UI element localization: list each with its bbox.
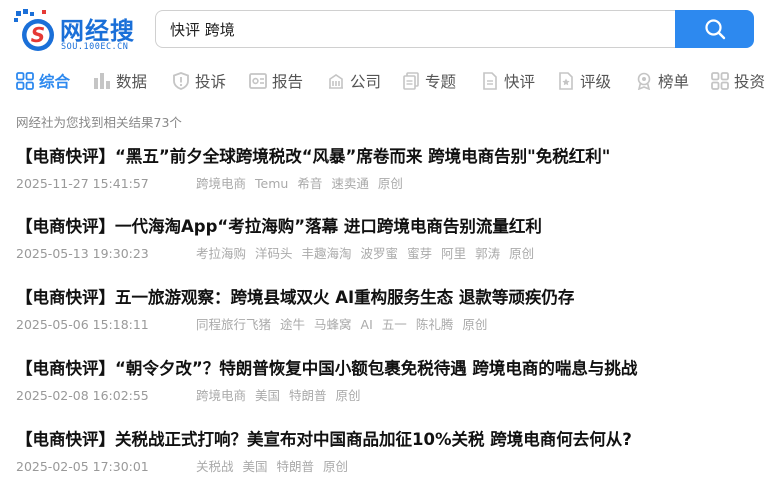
result-date: 2025-02-08 16:02:55 <box>16 388 149 403</box>
category-nav: 综合 数据 投诉 报告 公司 专题 快评 评级 榜单 投资 <box>0 66 775 96</box>
result-tag[interactable]: 美国 <box>255 387 280 405</box>
tab-label: 榜单 <box>658 73 690 91</box>
tab-label: 综合 <box>39 73 71 91</box>
result-tag[interactable]: 原创 <box>323 458 348 476</box>
result-item: 【电商快评】五一旅游观察：跨境县域双火 AI重构服务生态 退款等顽疾仍存 202… <box>16 287 766 334</box>
header: S 网经搜 SOU.100EC.CN <box>0 0 775 60</box>
result-tag[interactable]: 特朗普 <box>289 387 327 405</box>
search-button[interactable] <box>675 10 754 48</box>
result-meta: 2025-05-06 15:18:11 同程旅行飞猪 途牛 马蜂窝 AI 五一 陈礼腾 原创 <box>16 316 766 334</box>
tab-label: 报告 <box>272 73 304 91</box>
result-date: 2025-02-05 17:30:01 <box>16 459 149 474</box>
grid-icon <box>711 72 729 90</box>
result-item: 【电商快评】“朝令夕改”？特朗普恢复中国小额包裹免税待遇 跨境电商的喘息与挑战 … <box>16 358 766 405</box>
result-meta: 2025-02-05 17:30:01 关税战 美国 特朗普 原创 <box>16 458 766 476</box>
result-title-link[interactable]: 【电商快评】一代海淘App“考拉海购”落幕 进口跨境电商告别流量红利 <box>16 216 766 238</box>
site-logo[interactable]: S 网经搜 SOU.100EC.CN <box>14 9 144 53</box>
result-tag[interactable]: 美国 <box>243 458 268 476</box>
result-count: 网经社为您找到相关结果73个 <box>16 115 182 130</box>
result-tag[interactable]: 洋码头 <box>255 245 293 263</box>
result-date: 2025-05-06 15:18:11 <box>16 317 149 332</box>
report-icon <box>249 73 267 89</box>
result-tag[interactable]: 同程旅行飞猪 <box>196 316 271 334</box>
bar-chart-icon <box>94 73 110 89</box>
rating-icon <box>559 72 573 90</box>
result-tag[interactable]: 蜜芽 <box>407 245 432 263</box>
result-tag[interactable]: 跨境电商 <box>196 175 246 193</box>
documents-icon <box>403 72 419 90</box>
tab-label: 投诉 <box>195 73 227 91</box>
tab-investment[interactable]: 投资 <box>711 66 765 96</box>
result-date: 2025-11-27 15:41:57 <box>16 176 149 191</box>
tab-companies[interactable]: 公司 <box>327 66 381 96</box>
logo-text-en: SOU.100EC.CN <box>61 42 129 52</box>
tab-reports[interactable]: 报告 <box>249 66 303 96</box>
document-icon <box>483 72 497 90</box>
result-tag[interactable]: Temu <box>255 175 288 193</box>
search-icon <box>704 19 725 40</box>
tab-rankings[interactable]: 榜单 <box>635 66 689 96</box>
award-icon <box>637 72 651 90</box>
tab-label: 评级 <box>580 73 612 91</box>
result-tag[interactable]: 丰趣海淘 <box>302 245 352 263</box>
result-tag[interactable]: 考拉海购 <box>196 245 246 263</box>
tab-comprehensive[interactable]: 综合 <box>16 66 70 96</box>
result-tag[interactable]: 郭涛 <box>475 245 500 263</box>
tab-quick-review[interactable]: 快评 <box>481 66 535 96</box>
result-title-link[interactable]: 【电商快评】五一旅游观察：跨境县域双火 AI重构服务生态 退款等顽疾仍存 <box>16 287 766 309</box>
tab-label: 数据 <box>116 73 148 91</box>
search-input[interactable] <box>170 11 660 47</box>
result-title-link[interactable]: 【电商快评】“朝令夕改”？特朗普恢复中国小额包裹免税待遇 跨境电商的喘息与挑战 <box>16 358 766 380</box>
result-date: 2025-05-13 19:30:23 <box>16 246 149 261</box>
result-tag[interactable]: 途牛 <box>280 316 305 334</box>
tab-topics[interactable]: 专题 <box>402 66 456 96</box>
result-tag[interactable]: 速卖通 <box>331 175 369 193</box>
result-tag[interactable]: 阿里 <box>441 245 466 263</box>
result-title-link[interactable]: 【电商快评】“黑五”前夕全球跨境税改“风暴”席卷而来 跨境电商告别"免税红利" <box>16 146 766 168</box>
tab-label: 公司 <box>350 73 382 91</box>
result-meta: 2025-02-08 16:02:55 跨境电商 美国 特朗普 原创 <box>16 387 766 405</box>
result-tag[interactable]: 原创 <box>378 175 403 193</box>
tab-data[interactable]: 数据 <box>93 66 147 96</box>
result-tag[interactable]: 跨境电商 <box>196 387 246 405</box>
result-tag[interactable]: 马蜂窝 <box>314 316 352 334</box>
result-meta: 2025-05-13 19:30:23 考拉海购 洋码头 丰趣海淘 波罗蜜 蜜芽 阿里 郭涛原… <box>16 245 766 263</box>
tab-label: 投资 <box>734 73 766 91</box>
tab-rating[interactable]: 评级 <box>557 66 611 96</box>
logo-text-cn: 网经搜 <box>60 17 135 45</box>
tab-complaints[interactable]: 投诉 <box>172 66 226 96</box>
result-tag[interactable]: 关税战 <box>196 458 234 476</box>
svg-text:S: S <box>31 23 45 47</box>
search-box <box>155 10 675 48</box>
result-tag[interactable]: 原创 <box>462 316 487 334</box>
logo-s-icon: S <box>14 9 54 51</box>
shield-icon <box>173 72 189 90</box>
result-tag[interactable]: 原创 <box>509 245 534 263</box>
result-meta: 2025-11-27 15:41:57 跨境电商 Temu 希音 速卖通 原创 <box>16 175 766 193</box>
result-tag[interactable]: AI <box>361 316 373 334</box>
result-title-link[interactable]: 【电商快评】关税战正式打响？美宣布对中国商品加征10%关税 跨境电商何去何从? <box>16 429 766 451</box>
result-tag[interactable]: 陈礼腾 <box>416 316 454 334</box>
result-tag[interactable]: 波罗蜜 <box>361 245 399 263</box>
result-tag[interactable]: 希音 <box>297 175 322 193</box>
building-icon <box>329 74 343 89</box>
result-item: 【电商快评】一代海淘App“考拉海购”落幕 进口跨境电商告别流量红利 2025-… <box>16 216 766 263</box>
result-tag[interactable]: 五一 <box>382 316 407 334</box>
grid-icon <box>16 72 34 90</box>
result-item: 【电商快评】关税战正式打响？美宣布对中国商品加征10%关税 跨境电商何去何从? … <box>16 429 766 476</box>
result-tag[interactable]: 特朗普 <box>277 458 315 476</box>
tab-label: 专题 <box>425 73 457 91</box>
tab-label: 快评 <box>504 73 536 91</box>
result-tag[interactable]: 原创 <box>336 387 361 405</box>
result-item: 【电商快评】“黑五”前夕全球跨境税改“风暴”席卷而来 跨境电商告别"免税红利" … <box>16 146 766 193</box>
